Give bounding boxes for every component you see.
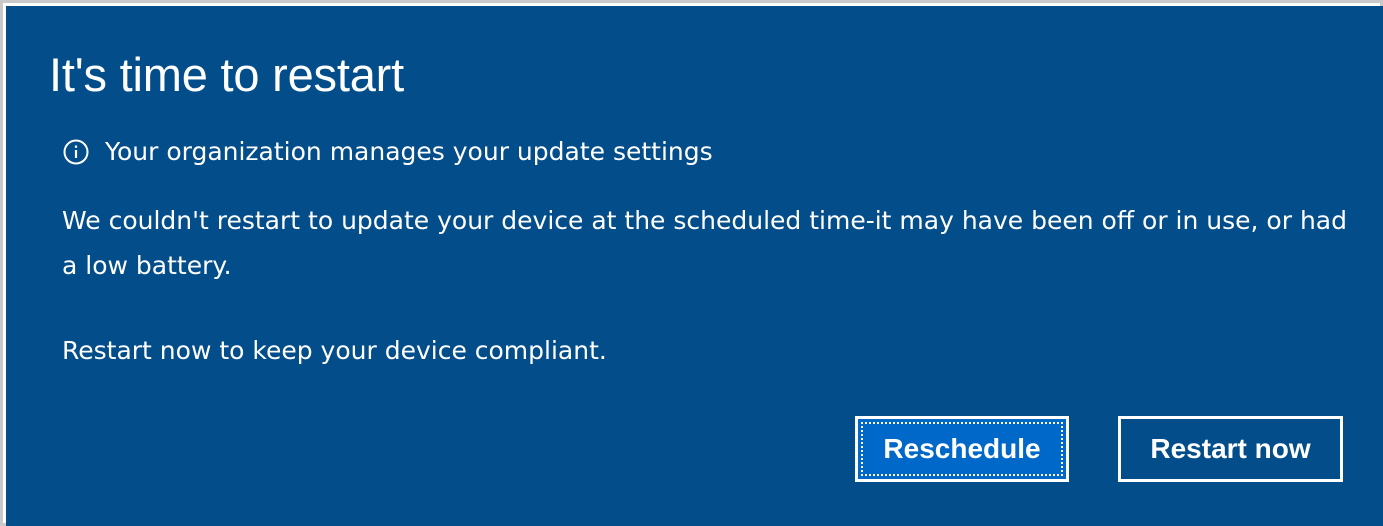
dialog-title: It's time to restart <box>49 48 404 101</box>
org-notice: Your organization manages your update se… <box>62 132 713 172</box>
restart-now-button[interactable]: Restart now <box>1118 416 1343 482</box>
dialog-message: We couldn't restart to update your devic… <box>62 206 1347 280</box>
reschedule-button[interactable]: Reschedule <box>855 416 1069 482</box>
dialog-frame: It's time to restart Your organization m… <box>0 0 1383 526</box>
restart-dialog: It's time to restart Your organization m… <box>6 6 1383 526</box>
org-notice-text: Your organization manages your update se… <box>105 137 713 166</box>
info-icon <box>63 139 89 165</box>
compliance-message: Restart now to keep your device complian… <box>62 336 607 365</box>
